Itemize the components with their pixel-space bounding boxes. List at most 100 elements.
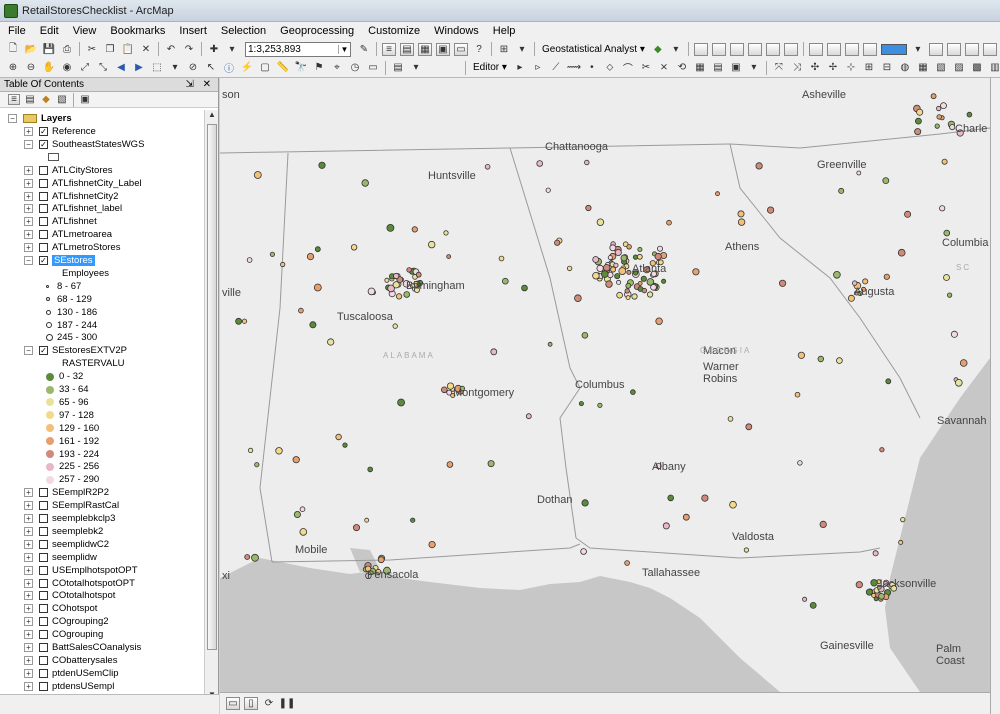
hyperlink-icon[interactable]: ⚡: [240, 61, 254, 74]
layout-tool-icon-2[interactable]: [711, 42, 726, 56]
back-extent-icon[interactable]: ◀: [114, 61, 128, 74]
layer-visibility-checkbox[interactable]: [39, 526, 48, 536]
advanced-edit-icon-12[interactable]: ▥: [988, 61, 1000, 74]
advanced-edit-icon-4[interactable]: ✢: [826, 61, 840, 74]
expand-icon[interactable]: +: [24, 539, 33, 549]
layer-visibility-checkbox[interactable]: [39, 604, 48, 614]
expand-icon[interactable]: +: [24, 643, 33, 652]
layer-row-atlfishnetcity2[interactable]: + ATLfishnetCity2: [24, 190, 118, 203]
layer-name[interactable]: seemplidwC2: [52, 539, 109, 550]
layer-name[interactable]: SEstores: [52, 255, 95, 266]
layer-name[interactable]: seemplebk2: [52, 526, 103, 537]
layout-tool-icon-13[interactable]: [964, 42, 979, 56]
measure-icon[interactable]: 📏: [276, 61, 290, 74]
sketch-properties-icon[interactable]: ▤: [711, 61, 725, 74]
layer-name[interactable]: ptdensUSempl: [52, 681, 114, 692]
editor-toolbar-icon[interactable]: ✎: [357, 43, 371, 56]
layer-row-seemplidwc2[interactable]: + seemplidwC2: [24, 538, 109, 551]
catalog-icon[interactable]: ▤: [400, 42, 414, 56]
cut-icon[interactable]: ✂: [85, 43, 99, 56]
layer-row-seemplr2p2[interactable]: + SEemplR2P2: [24, 486, 109, 499]
layer-row-cototalhotspotopt[interactable]: + COtotalhotspotOPT: [24, 577, 135, 590]
layer-row-cototalhotspot[interactable]: + COtotalhotspot: [24, 589, 115, 602]
expand-icon[interactable]: +: [24, 604, 33, 614]
advanced-edit-icon-6[interactable]: ⊞: [862, 61, 876, 74]
draw-toolbar-icon[interactable]: ▤: [391, 61, 405, 74]
layer-name[interactable]: ATLfishnet: [52, 216, 97, 227]
forward-extent-icon[interactable]: ▶: [132, 61, 146, 74]
layer-visibility-checkbox[interactable]: [39, 565, 48, 575]
layer-visibility-checkbox[interactable]: [39, 668, 48, 678]
edit-vertices-icon[interactable]: ⬦: [603, 61, 617, 74]
layout-tool-icon-9[interactable]: [844, 42, 859, 56]
fixed-zoom-out-icon[interactable]: ⤡: [96, 61, 110, 74]
collapse-icon[interactable]: −: [24, 256, 33, 265]
layout-view-icon[interactable]: ▯: [244, 697, 258, 710]
pan-icon[interactable]: ✋: [42, 61, 56, 74]
layer-row-atlfishnetcity-label[interactable]: + ATLfishnetCity_Label: [24, 177, 142, 190]
layer-visibility-checkbox[interactable]: [39, 552, 48, 562]
advanced-edit-icon-8[interactable]: ▦: [916, 61, 930, 74]
collapse-icon[interactable]: −: [24, 139, 33, 149]
expand-icon[interactable]: +: [24, 655, 33, 665]
delete-icon[interactable]: ✕: [139, 43, 153, 56]
layer-visibility-checkbox[interactable]: [39, 178, 48, 188]
reshape-icon[interactable]: ⌒: [621, 61, 635, 75]
save-icon[interactable]: 💾: [42, 43, 56, 56]
layer-name[interactable]: COgrouping2: [52, 616, 109, 627]
layer-row-usemplhotspotopt[interactable]: + USEmplhotspotOPT: [24, 564, 138, 577]
layer-name[interactable]: CObatterysales: [52, 655, 117, 666]
menu-windows[interactable]: Windows: [432, 25, 481, 37]
split-icon[interactable]: ⨯: [657, 61, 671, 74]
layout-tool-icon-6[interactable]: [783, 42, 798, 56]
layer-name[interactable]: USEmplhotspotOPT: [52, 565, 138, 576]
collapse-icon[interactable]: −: [8, 114, 17, 123]
expand-icon[interactable]: +: [24, 178, 33, 188]
layer-visibility-checkbox[interactable]: [39, 681, 48, 691]
paste-icon[interactable]: 📋: [121, 43, 135, 56]
layer-visibility-checkbox[interactable]: [39, 230, 48, 240]
menu-help[interactable]: Help: [491, 25, 518, 37]
advanced-edit-icon-3[interactable]: ✣: [808, 61, 822, 74]
straight-segment-icon[interactable]: ⟋: [549, 61, 563, 74]
layer-row-atlcitystores[interactable]: + ATLCityStores: [24, 164, 113, 177]
layer-visibility-checkbox[interactable]: ✓: [39, 256, 48, 265]
layer-row-seemplrastcal[interactable]: + SEemplRastCal: [24, 499, 119, 512]
layer-row-battsalescoanalysis[interactable]: + BattSalesCOanalysis: [24, 641, 141, 654]
zoom-out-icon[interactable]: ⊖: [24, 61, 38, 74]
draw-dropdown-icon[interactable]: ▾: [409, 61, 423, 74]
expand-icon[interactable]: +: [24, 230, 33, 240]
layer-name[interactable]: COhotspot: [52, 603, 97, 614]
advanced-edit-icon-5[interactable]: ⊹: [844, 61, 858, 74]
layer-name[interactable]: Reference: [52, 126, 96, 137]
layout-tool-icon-10[interactable]: [862, 42, 877, 56]
layer-row-ptdensusempl[interactable]: + ptdensUSempl: [24, 680, 114, 693]
editor-options-icon[interactable]: ▾: [747, 61, 761, 74]
menu-edit[interactable]: Edit: [38, 25, 61, 37]
help-icon[interactable]: ?: [472, 43, 486, 56]
point-icon[interactable]: •: [585, 61, 599, 74]
close-icon[interactable]: ✕: [203, 79, 214, 90]
advanced-edit-icon-9[interactable]: ▧: [934, 61, 948, 74]
layout-tool-icon-4[interactable]: [747, 42, 762, 56]
model-builder-icon[interactable]: ⊞: [497, 43, 511, 56]
time-slider-icon[interactable]: ◷: [348, 61, 362, 74]
layer-visibility-checkbox[interactable]: [39, 204, 48, 214]
expand-icon[interactable]: +: [24, 243, 33, 253]
layer-visibility-checkbox[interactable]: [39, 165, 48, 175]
layer-name[interactable]: seemplebkclp3: [52, 513, 115, 524]
layer-visibility-checkbox[interactable]: [39, 514, 48, 523]
layer-name[interactable]: COtotalhotspotOPT: [52, 578, 135, 589]
expand-icon[interactable]: +: [24, 578, 33, 588]
scroll-up-icon[interactable]: ▲: [205, 110, 219, 122]
list-by-visibility-icon[interactable]: ◆: [40, 94, 52, 105]
layer-row-seemplebk2[interactable]: + seemplebk2: [24, 525, 103, 538]
edit-annotation-icon[interactable]: ▹: [531, 61, 545, 74]
globe-icon[interactable]: ◍: [898, 61, 912, 74]
full-extent-icon[interactable]: ◉: [60, 61, 74, 74]
expand-icon[interactable]: +: [24, 191, 33, 201]
layer-row-cobatterysales[interactable]: + CObatterysales: [24, 654, 117, 667]
expand-icon[interactable]: +: [24, 552, 33, 562]
map-canvas[interactable]: Asheville Chattanooga Huntsville Greenville…: [220, 78, 990, 692]
layer-row-seemplebkclp3[interactable]: + seemplebkclp3: [24, 512, 115, 525]
